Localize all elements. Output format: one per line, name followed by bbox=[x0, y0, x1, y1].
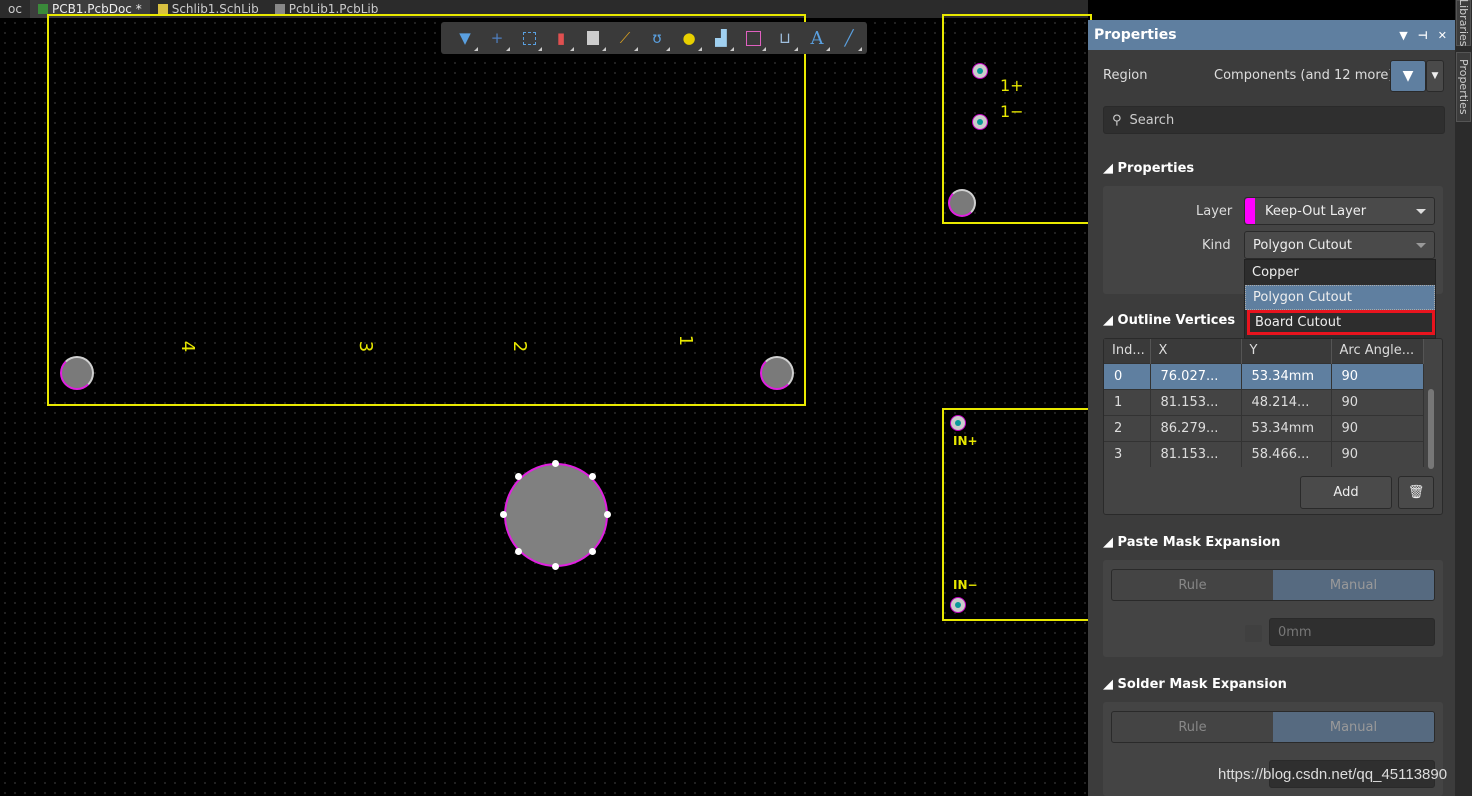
rule-option[interactable]: Rule bbox=[1112, 712, 1273, 742]
pin-label: 3 bbox=[355, 340, 377, 353]
chevron-down-icon bbox=[1416, 243, 1426, 248]
column-header[interactable]: Arc Angle... bbox=[1331, 339, 1424, 363]
chevron-down-icon bbox=[1416, 209, 1426, 214]
section-properties[interactable]: ◢ Properties bbox=[1103, 161, 1194, 176]
pad-label: 1− bbox=[1000, 102, 1024, 121]
pcb-file-icon bbox=[37, 4, 48, 14]
filter-dropdown-button[interactable]: ▼ bbox=[1426, 60, 1444, 92]
section-paste-mask[interactable]: ◢ Paste Mask Expansion bbox=[1103, 535, 1280, 550]
pcblib-file-icon bbox=[274, 4, 285, 14]
kind-label: Kind bbox=[1202, 238, 1231, 253]
panel-menu-icon[interactable]: ▼ bbox=[1399, 29, 1407, 42]
dimension-icon[interactable]: ⊔ bbox=[769, 22, 801, 54]
table-row[interactable]: 0 76.027... 53.34mm 90 bbox=[1104, 362, 1424, 389]
vertex-handle[interactable] bbox=[552, 563, 559, 570]
vertex-handle[interactable] bbox=[604, 511, 611, 518]
vertex-handle[interactable] bbox=[500, 511, 507, 518]
column-header[interactable]: Y bbox=[1241, 339, 1332, 363]
rule-option[interactable]: Rule bbox=[1112, 570, 1273, 600]
trash-icon: 🗑 bbox=[1407, 485, 1425, 500]
layer-color-swatch bbox=[1245, 198, 1255, 224]
pad[interactable] bbox=[972, 114, 988, 130]
manual-option[interactable]: Manual bbox=[1273, 712, 1434, 742]
vertex-handle[interactable] bbox=[515, 548, 522, 555]
kind-option-board-cutout[interactable]: Board Cutout bbox=[1247, 310, 1435, 335]
active-bar: ▼ + ▮ ⟋ ʊ ● ▟ ⊔ A ╱ bbox=[441, 22, 867, 54]
column-header[interactable]: Ind... bbox=[1104, 339, 1151, 363]
kind-option-polygon-cutout[interactable]: Polygon Cutout bbox=[1245, 285, 1435, 310]
side-tab-libraries[interactable]: Libraries bbox=[1456, 0, 1471, 47]
pin-icon[interactable]: ⊣ bbox=[1418, 29, 1428, 42]
kind-select[interactable]: Polygon Cutout bbox=[1244, 231, 1435, 259]
manual-option[interactable]: Manual bbox=[1273, 570, 1434, 600]
interactive-route-icon[interactable]: ʊ bbox=[641, 22, 673, 54]
arc-icon[interactable] bbox=[737, 22, 769, 54]
pad[interactable] bbox=[950, 415, 966, 431]
vertex-handle[interactable] bbox=[515, 473, 522, 480]
pad-label: IN− bbox=[953, 578, 978, 592]
section-outline-vertices[interactable]: ◢ Outline Vertices bbox=[1103, 313, 1235, 328]
right-panel-tabs: Libraries Properties bbox=[1455, 0, 1472, 796]
pad-label: IN+ bbox=[953, 434, 978, 448]
pin-label: 2 bbox=[509, 340, 531, 353]
paste-mask-mode: Rule Manual bbox=[1111, 569, 1435, 601]
tab-doc[interactable]: oc bbox=[0, 0, 30, 18]
vertices-table: Ind... X Y Arc Angle... 0 76.027... 53.34mm 90… bbox=[1104, 339, 1424, 467]
watermark: https://blog.csdn.net/qq_45113890 bbox=[1218, 766, 1448, 783]
layer-select[interactable]: Keep-Out Layer bbox=[1244, 197, 1435, 225]
filter-summary: Components (and 12 more) bbox=[1214, 68, 1394, 83]
component-icon[interactable] bbox=[577, 22, 609, 54]
add-vertex-button[interactable]: Add bbox=[1300, 476, 1392, 509]
panel-header: Properties ▼ ⊣ ✕ bbox=[1088, 20, 1455, 50]
pin-label: 1 bbox=[675, 334, 697, 347]
properties-panel: Properties ▼ ⊣ ✕ Region Components (and 12… bbox=[1088, 20, 1455, 796]
text-icon[interactable]: A bbox=[801, 22, 833, 54]
pad[interactable] bbox=[972, 63, 988, 79]
column-header[interactable]: X bbox=[1150, 339, 1242, 363]
mounting-hole[interactable] bbox=[60, 356, 94, 390]
line-icon[interactable]: ╱ bbox=[833, 22, 865, 54]
select-rect-icon[interactable] bbox=[513, 22, 545, 54]
schlib-file-icon bbox=[157, 4, 168, 14]
pad-icon[interactable]: ● bbox=[673, 22, 705, 54]
fill-icon[interactable]: ▟ bbox=[705, 22, 737, 54]
close-icon[interactable]: ✕ bbox=[1438, 29, 1447, 42]
selection-type: Region bbox=[1103, 68, 1148, 83]
delete-vertex-button[interactable]: 🗑 bbox=[1398, 476, 1434, 509]
route-icon[interactable]: ⟋ bbox=[609, 22, 641, 54]
vertex-handle[interactable] bbox=[589, 473, 596, 480]
mounting-hole[interactable] bbox=[760, 356, 794, 390]
pin-label: 4 bbox=[177, 340, 199, 353]
pcb-canvas[interactable]: 4 3 2 1 1+ 1− IN+ IN− bbox=[0, 14, 1092, 796]
table-row[interactable]: 2 86.279... 53.34mm 90 bbox=[1104, 414, 1424, 441]
chart-icon[interactable]: ▮ bbox=[545, 22, 577, 54]
vertices-box: Ind... X Y Arc Angle... 0 76.027... 53.34mm 90… bbox=[1103, 338, 1443, 515]
kind-option-copper[interactable]: Copper bbox=[1245, 260, 1435, 285]
layer-label: Layer bbox=[1196, 204, 1233, 219]
section-solder-mask[interactable]: ◢ Solder Mask Expansion bbox=[1103, 677, 1287, 692]
vertex-handle[interactable] bbox=[589, 548, 596, 555]
table-row[interactable]: 3 81.153... 58.466... 90 bbox=[1104, 440, 1424, 467]
table-row[interactable]: 1 81.153... 48.214... 90 bbox=[1104, 388, 1424, 415]
filter-button[interactable]: ▼ bbox=[1390, 60, 1426, 92]
cross-icon[interactable]: + bbox=[481, 22, 513, 54]
component-outline bbox=[47, 14, 806, 406]
paste-mask-checkbox[interactable] bbox=[1244, 624, 1263, 643]
mounting-hole[interactable] bbox=[948, 189, 976, 217]
search-icon: ⚲ bbox=[1112, 112, 1122, 128]
solder-mask-mode: Rule Manual bbox=[1111, 711, 1435, 743]
pad-label: 1+ bbox=[1000, 76, 1024, 95]
vertex-handle[interactable] bbox=[552, 460, 559, 467]
search-input[interactable]: ⚲ Search bbox=[1103, 106, 1445, 134]
pad[interactable] bbox=[950, 597, 966, 613]
side-tab-properties[interactable]: Properties bbox=[1456, 52, 1471, 122]
filter-icon[interactable]: ▼ bbox=[449, 22, 481, 54]
filter-icon: ▼ bbox=[1402, 68, 1414, 84]
kind-dropdown-list: Copper Polygon Cutout Board Cutout bbox=[1244, 259, 1436, 339]
table-scrollbar[interactable] bbox=[1428, 389, 1434, 469]
paste-mask-value-input[interactable]: 0mm bbox=[1269, 618, 1435, 646]
